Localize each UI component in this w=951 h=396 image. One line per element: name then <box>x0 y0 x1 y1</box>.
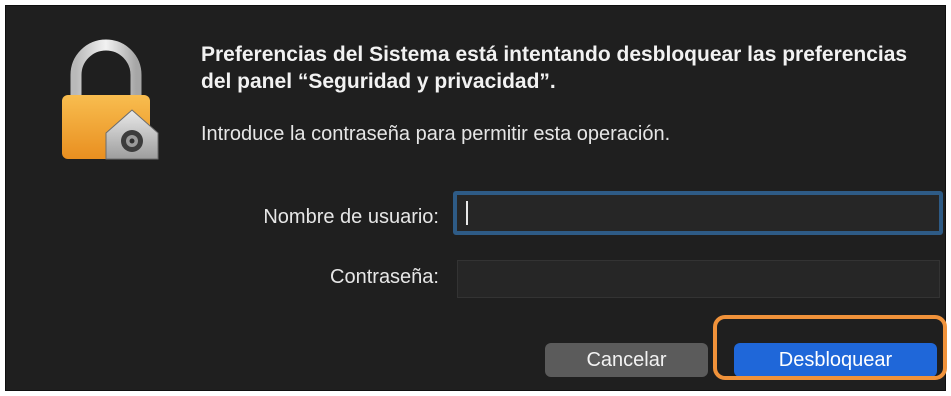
lock-icon <box>62 39 159 160</box>
unlock-dialog: Preferencias del Sistema está intentando… <box>5 5 946 391</box>
dialog-message: Introduce la contraseña para permitir es… <box>201 123 671 145</box>
unlock-button[interactable]: Desbloquear <box>734 343 937 377</box>
cancel-button[interactable]: Cancelar <box>545 343 708 377</box>
username-field[interactable] <box>453 191 943 235</box>
password-label: Contraseña: <box>330 266 439 288</box>
dialog-title: Preferencias del Sistema está intentando… <box>201 43 908 93</box>
text-cursor <box>466 201 468 225</box>
password-field[interactable] <box>457 260 940 298</box>
username-label: Nombre de usuario: <box>263 206 439 228</box>
